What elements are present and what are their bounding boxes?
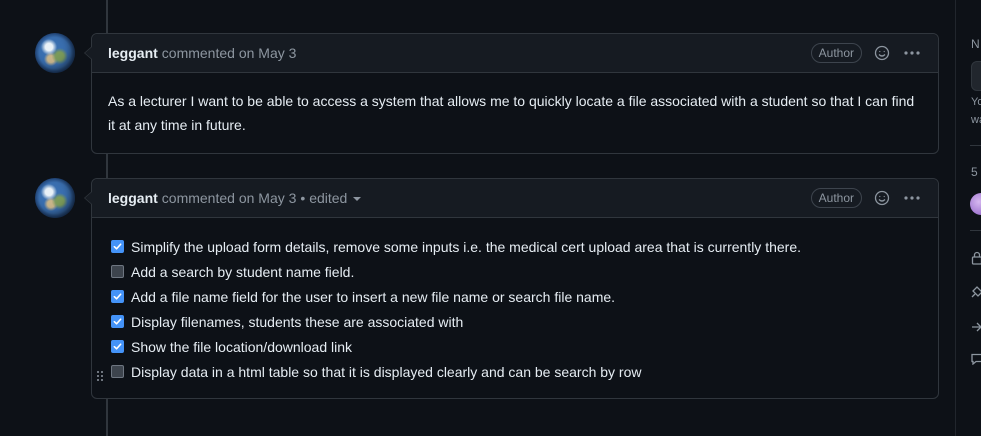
task-item: Display filenames, students these are as… xyxy=(111,309,922,334)
smiley-icon[interactable] xyxy=(872,43,892,63)
task-checkbox[interactable] xyxy=(111,315,124,328)
avatar[interactable] xyxy=(35,33,75,73)
task-checkbox[interactable] xyxy=(111,290,124,303)
divider xyxy=(970,145,981,146)
comment-caret xyxy=(84,46,92,60)
comment-card: leggant commented on May 3 • edited Auth… xyxy=(84,178,939,400)
comment-actions: Author xyxy=(810,188,922,208)
comment-body: Simplify the upload form details, remove… xyxy=(92,218,938,400)
grabber-icon[interactable] xyxy=(96,365,104,389)
task-checkbox[interactable] xyxy=(111,365,124,378)
arrow-right-icon[interactable] xyxy=(971,320,981,338)
sidebar-text: wa xyxy=(971,114,981,126)
task-label: Show the file location/download link xyxy=(131,338,353,355)
comment-author[interactable]: leggant xyxy=(108,190,158,206)
task-checkbox[interactable] xyxy=(111,240,124,253)
lock-icon[interactable] xyxy=(971,251,981,270)
edited-label: • edited xyxy=(300,190,348,206)
task-label: Display data in a html table so that it … xyxy=(131,363,642,380)
task-label: Display filenames, students these are as… xyxy=(131,313,464,330)
avatar[interactable] xyxy=(35,178,75,218)
comment-caret xyxy=(84,191,92,205)
kebab-horizontal-icon[interactable] xyxy=(902,188,922,208)
task-label: Add a file name field for the user to in… xyxy=(131,288,616,305)
comment-author[interactable]: leggant xyxy=(108,45,158,61)
divider xyxy=(970,230,981,231)
sidebar-heading: N xyxy=(971,37,980,51)
avatar[interactable] xyxy=(970,193,981,215)
sidebar-text: Yo xyxy=(971,96,981,108)
task-item: Show the file location/download link xyxy=(111,334,922,359)
sidebar-button[interactable] xyxy=(971,61,981,91)
task-label: Add a search by student name field. xyxy=(131,263,355,280)
task-item: Add a search by student name field. xyxy=(111,259,922,284)
task-item: Display data in a html table so that it … xyxy=(97,359,922,384)
smiley-icon[interactable] xyxy=(872,188,892,208)
comment-body: As a lecturer I want to be able to acces… xyxy=(108,93,915,133)
comment-header: leggant commented on May 3 • edited Auth… xyxy=(84,179,938,218)
pin-icon[interactable] xyxy=(971,285,981,304)
task-checkbox[interactable] xyxy=(111,265,124,278)
comment-timestamp[interactable]: commented on May 3 xyxy=(162,45,297,61)
comment-timestamp[interactable]: commented on May 3 xyxy=(162,190,297,206)
comment-actions: Author xyxy=(810,43,922,63)
comment-header: leggant commented on May 3 Author xyxy=(84,34,938,73)
comment-icon[interactable] xyxy=(971,352,981,370)
participants-count: 5 xyxy=(971,165,978,179)
comment-card: leggant commented on May 3 Author As a l… xyxy=(84,33,939,154)
sidebar: N Yo wa 5 xyxy=(955,0,981,436)
edited-dropdown[interactable]: • edited xyxy=(300,190,362,206)
kebab-horizontal-icon[interactable] xyxy=(902,43,922,63)
chevron-down-icon xyxy=(353,197,362,201)
task-label: Simplify the upload form details, remove… xyxy=(131,238,801,255)
author-badge: Author xyxy=(810,188,862,208)
task-list: Simplify the upload form details, remove… xyxy=(97,234,922,384)
task-checkbox[interactable] xyxy=(111,340,124,353)
task-item: Add a file name field for the user to in… xyxy=(111,284,922,309)
author-badge: Author xyxy=(810,43,862,63)
task-item: Simplify the upload form details, remove… xyxy=(111,234,922,259)
